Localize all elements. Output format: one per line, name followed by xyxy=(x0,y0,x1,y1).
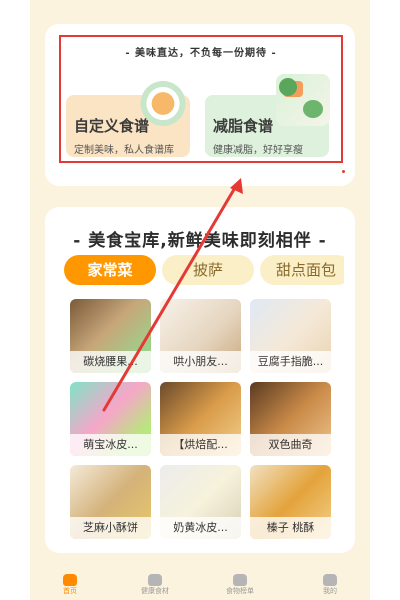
tab-home-label: 首页 xyxy=(63,587,77,595)
tab-food-ranking-label: 食物榜单 xyxy=(226,587,254,595)
recipe-caption: 萌宝冰皮... xyxy=(70,434,151,456)
recipe-tile-6[interactable]: 双色曲奇 xyxy=(250,382,331,456)
tab-healthy-ingredients-label: 健康食材 xyxy=(141,587,169,595)
tab-home[interactable]: 首页 xyxy=(35,574,105,596)
bottom-tab-bar: 首页 健康食材 食物榜单 我的 xyxy=(30,570,370,600)
tab-profile[interactable]: 我的 xyxy=(295,574,365,596)
recipe-caption: 双色曲奇 xyxy=(250,434,331,456)
recipe-caption: 【烘焙配... xyxy=(160,434,241,456)
recipe-caption: 芝麻小酥饼 xyxy=(70,517,151,539)
tab-home-cooking[interactable]: 家常菜 xyxy=(64,255,156,285)
recipe-grid: 碳烧腰果... 哄小朋友... 豆腐手指脆... 萌宝冰皮... 【烘焙配...… xyxy=(70,299,332,539)
recipe-tile-9[interactable]: 榛子 桃酥 xyxy=(250,465,331,539)
category-tabs: 家常菜 披萨 甜点面包 xyxy=(64,255,344,287)
food-library-title: - 美食宝库,新鲜美味即刻相伴 - xyxy=(73,231,327,251)
ingredient-icon xyxy=(148,574,162,586)
tab-pizza[interactable]: 披萨 xyxy=(162,255,254,285)
tab-food-ranking[interactable]: 食物榜单 xyxy=(205,574,275,596)
recipe-tile-4[interactable]: 萌宝冰皮... xyxy=(70,382,151,456)
recipe-tile-2[interactable]: 哄小朋友... xyxy=(160,299,241,373)
recipe-tile-3[interactable]: 豆腐手指脆... xyxy=(250,299,331,373)
app-screen: - 美味直达，不负每一份期待 - 自定义食谱 定制美味，私人食谱库 减脂食谱 健… xyxy=(0,0,400,600)
recipe-caption: 豆腐手指脆... xyxy=(250,351,331,373)
recipe-caption: 哄小朋友... xyxy=(160,351,241,373)
tab-healthy-ingredients[interactable]: 健康食材 xyxy=(120,574,190,596)
profile-icon xyxy=(323,574,337,586)
annotation-dot xyxy=(342,170,345,173)
recipe-tile-7[interactable]: 芝麻小酥饼 xyxy=(70,465,151,539)
tab-profile-label: 我的 xyxy=(323,587,337,595)
ranking-icon xyxy=(233,574,247,586)
recipe-tile-1[interactable]: 碳烧腰果... xyxy=(70,299,151,373)
recipe-caption: 碳烧腰果... xyxy=(70,351,151,373)
home-icon xyxy=(63,574,77,586)
recipe-caption: 奶黄冰皮... xyxy=(160,517,241,539)
recipe-tile-8[interactable]: 奶黄冰皮... xyxy=(160,465,241,539)
annotation-highlight-box xyxy=(59,35,343,163)
tab-dessert-bread[interactable]: 甜点面包 xyxy=(260,255,344,285)
salad-illustration xyxy=(279,78,297,96)
recipe-caption: 榛子 桃酥 xyxy=(250,517,331,539)
recipe-tile-5[interactable]: 【烘焙配... xyxy=(160,382,241,456)
